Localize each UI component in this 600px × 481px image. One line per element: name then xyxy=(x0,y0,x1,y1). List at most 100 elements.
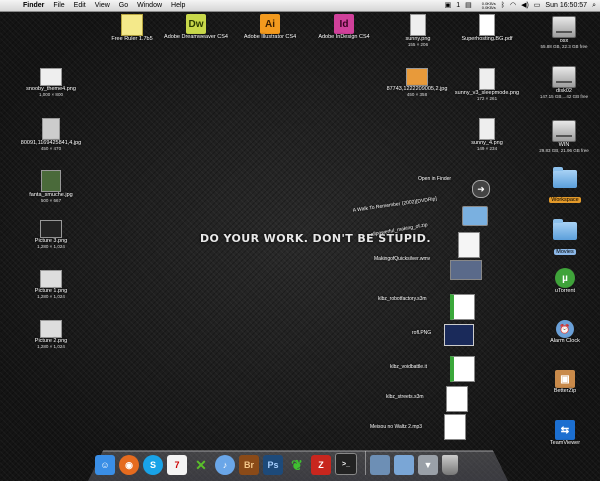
icon-dimensions: 149 × 234 xyxy=(476,146,498,151)
menu-file[interactable]: File xyxy=(53,0,64,11)
drive-osx[interactable]: osx 55.88 GB, 22.3 GB free xyxy=(530,16,598,50)
desktop-icon-snooby-theme[interactable]: snooby_theme4.png 1,000 × 800 xyxy=(8,68,94,98)
desktop-icon-sunny-png[interactable]: sunny.png 155 × 206 xyxy=(393,14,443,48)
stack-item-label[interactable]: klbz_voidbattle.it xyxy=(390,364,427,370)
icon-label: uTorrent xyxy=(554,288,576,294)
icon-label: Adobe Illustrator CS4 xyxy=(243,34,297,40)
desktop-icon-sunny-4[interactable]: sunny_4.png 149 × 234 xyxy=(462,118,512,152)
app-alarm-clock[interactable]: ⏰ Alarm Clock xyxy=(540,320,590,344)
it-file-icon[interactable] xyxy=(450,356,475,382)
icon-label: Alarm Clock xyxy=(550,338,580,344)
status-doc-icon[interactable]: ▤ xyxy=(465,0,472,11)
desktop-icon-free-ruler[interactable]: Free Ruler 1.7b5 xyxy=(102,14,162,42)
menu-finder[interactable]: Finder xyxy=(23,0,44,11)
open-in-finder-arrow-icon[interactable]: ➜ xyxy=(472,180,490,198)
spotlight-icon[interactable]: ⌕ xyxy=(592,0,596,11)
downloads-stack-icon[interactable] xyxy=(370,455,390,475)
desktop-icon-80091-jpg[interactable]: 80091,1169425841,4.jpg 450 × 470 xyxy=(8,118,94,152)
folder-icon xyxy=(553,219,577,240)
icon-dimensions: 1,280 × 1,024 xyxy=(37,244,65,249)
status-icon[interactable]: ▣ xyxy=(445,0,452,11)
image-thumbnail xyxy=(40,320,62,338)
ical-icon[interactable]: 7 xyxy=(167,455,187,475)
notification-badge[interactable]: 1 xyxy=(456,0,460,11)
menu-bar: Finder File Edit View Go Window Help ▣ 1… xyxy=(0,0,600,12)
desktop-icon-superhosting-pdf[interactable]: Superhosting.BG.pdf xyxy=(452,14,522,42)
terminal-icon[interactable]: >_ xyxy=(335,453,357,475)
app-utorrent[interactable]: µ uTorrent xyxy=(540,268,590,294)
folder-workspace[interactable]: Workspace xyxy=(540,167,590,206)
folder-icon[interactable] xyxy=(462,206,488,226)
icon-dimensions: 500 × 667 xyxy=(40,198,62,203)
image-thumbnail xyxy=(479,68,495,90)
icon-label: Movies xyxy=(554,249,576,255)
desktop-icon-fanta-smuche[interactable]: fanta_smuche.jpg 500 × 667 xyxy=(8,170,94,204)
app-teamviewer[interactable]: ⇆ TeamViewer xyxy=(540,420,590,446)
s3m-file-icon[interactable] xyxy=(450,294,475,320)
icon-label: BetterZip xyxy=(553,388,577,394)
crossover-icon[interactable]: ✕ xyxy=(191,455,211,475)
stack-item-label[interactable]: Meisou no Waltz 2.mp3 xyxy=(370,424,422,430)
png-file-icon[interactable] xyxy=(444,324,474,346)
drive-disk02[interactable]: disk02 147.15 GB,...42 GB free xyxy=(530,66,598,100)
desktop-icon-picture-2[interactable]: Picture 2.png 1,280 × 1,024 xyxy=(8,320,94,350)
desktop-icon-dreamweaver[interactable]: Dw Adobe Dreamweaver CS4 xyxy=(162,14,230,40)
menu-view[interactable]: View xyxy=(95,0,110,11)
icon-dimensions: 1,000 × 800 xyxy=(39,92,63,97)
stack-item-label[interactable]: MakingofQuicksilver.wmv xyxy=(374,256,430,262)
documents-folder-icon[interactable] xyxy=(394,455,414,475)
video-file-icon[interactable] xyxy=(450,260,482,280)
drive-capacity: 29.83 GB, 21.96 GB free xyxy=(539,148,589,153)
trash-icon[interactable] xyxy=(442,455,458,475)
hard-drive-icon xyxy=(552,66,576,88)
menu-edit[interactable]: Edit xyxy=(74,0,86,11)
finder-icon[interactable]: ☺ xyxy=(95,455,115,475)
desktop-icon-87743-jpg[interactable]: 87743,1222209005,2.jpg 450 × 358 xyxy=(386,68,448,98)
image-thumbnail xyxy=(406,68,428,86)
menu-window[interactable]: Window xyxy=(137,0,162,11)
stack-item-label[interactable]: klbz_streets.s3m xyxy=(386,394,424,400)
desktop-icon-illustrator[interactable]: Ai Adobe Illustrator CS4 xyxy=(236,14,304,40)
desktop-icon-picture-1[interactable]: Picture 1.png 1,280 × 1,024 xyxy=(8,270,94,300)
drive-win[interactable]: WIN 29.83 GB, 21.96 GB free xyxy=(530,120,598,154)
firefox-icon[interactable]: ◉ xyxy=(119,455,139,475)
photoshop-icon[interactable]: Ps xyxy=(263,455,283,475)
menu-go[interactable]: Go xyxy=(119,0,128,11)
icon-dimensions: 155 × 206 xyxy=(407,42,429,47)
battery-icon[interactable]: ▭ xyxy=(534,0,541,11)
wifi-icon[interactable]: ◠ xyxy=(510,0,516,11)
folder-movies[interactable]: Movies xyxy=(540,219,590,258)
dreamweaver-icon: Dw xyxy=(186,14,206,34)
bluetooth-icon[interactable]: ᛒ xyxy=(501,0,505,11)
stack-item-label[interactable]: A Walk To Remember (2002)[DVDRip] xyxy=(352,196,437,214)
stack-open-in-finder-label[interactable]: Open in Finder xyxy=(418,176,451,182)
stack-item-label[interactable]: rofl.PNG xyxy=(412,330,431,336)
icon-dimensions: 450 × 470 xyxy=(40,146,62,151)
stack-item-label[interactable]: klbz_robotfactory.s3m xyxy=(378,296,427,302)
drive-capacity: 147.15 GB,...42 GB free xyxy=(539,94,589,99)
image-thumbnail xyxy=(40,68,62,86)
mp3-file-icon[interactable] xyxy=(444,414,466,440)
bridge-icon[interactable]: Br xyxy=(239,455,259,475)
dock: ☺ ◉ S 7 ✕ ♪ Br Ps ❦ Z >_ ▼ xyxy=(95,447,462,475)
image-thumbnail xyxy=(40,270,62,288)
icon-dimensions: 172 × 261 xyxy=(476,96,498,101)
app-betterzip[interactable]: ▣ BetterZip xyxy=(540,370,590,394)
desktop-icon-picture-3[interactable]: Picture 3.png 1,280 × 1,024 xyxy=(8,220,94,250)
network-monitor[interactable]: 0.0KB/s 0.0KB/s xyxy=(477,1,496,10)
menu-help[interactable]: Help xyxy=(171,0,185,11)
zip-file-icon[interactable] xyxy=(458,232,480,258)
dock-separator xyxy=(365,451,366,475)
clock[interactable]: Sun 16:50:57 xyxy=(545,0,587,11)
net-down-value: 0.0KB/s xyxy=(481,4,496,10)
ruler-app-icon xyxy=(121,14,143,36)
stack-open-icon[interactable]: ▼ xyxy=(418,455,438,475)
desktop-icon-indesign[interactable]: Id Adobe InDesign CS4 xyxy=(310,14,378,40)
filezilla-icon[interactable]: Z xyxy=(311,455,331,475)
desktop-icon-sunny-v3[interactable]: sunny_v3_sleepmode.png 172 × 261 xyxy=(452,68,522,102)
s3m-file-icon[interactable] xyxy=(446,386,468,412)
volume-icon[interactable]: ◀) xyxy=(521,0,529,11)
skype-icon[interactable]: S xyxy=(143,455,163,475)
itunes-icon[interactable]: ♪ xyxy=(215,455,235,475)
leaf-icon[interactable]: ❦ xyxy=(287,455,307,475)
